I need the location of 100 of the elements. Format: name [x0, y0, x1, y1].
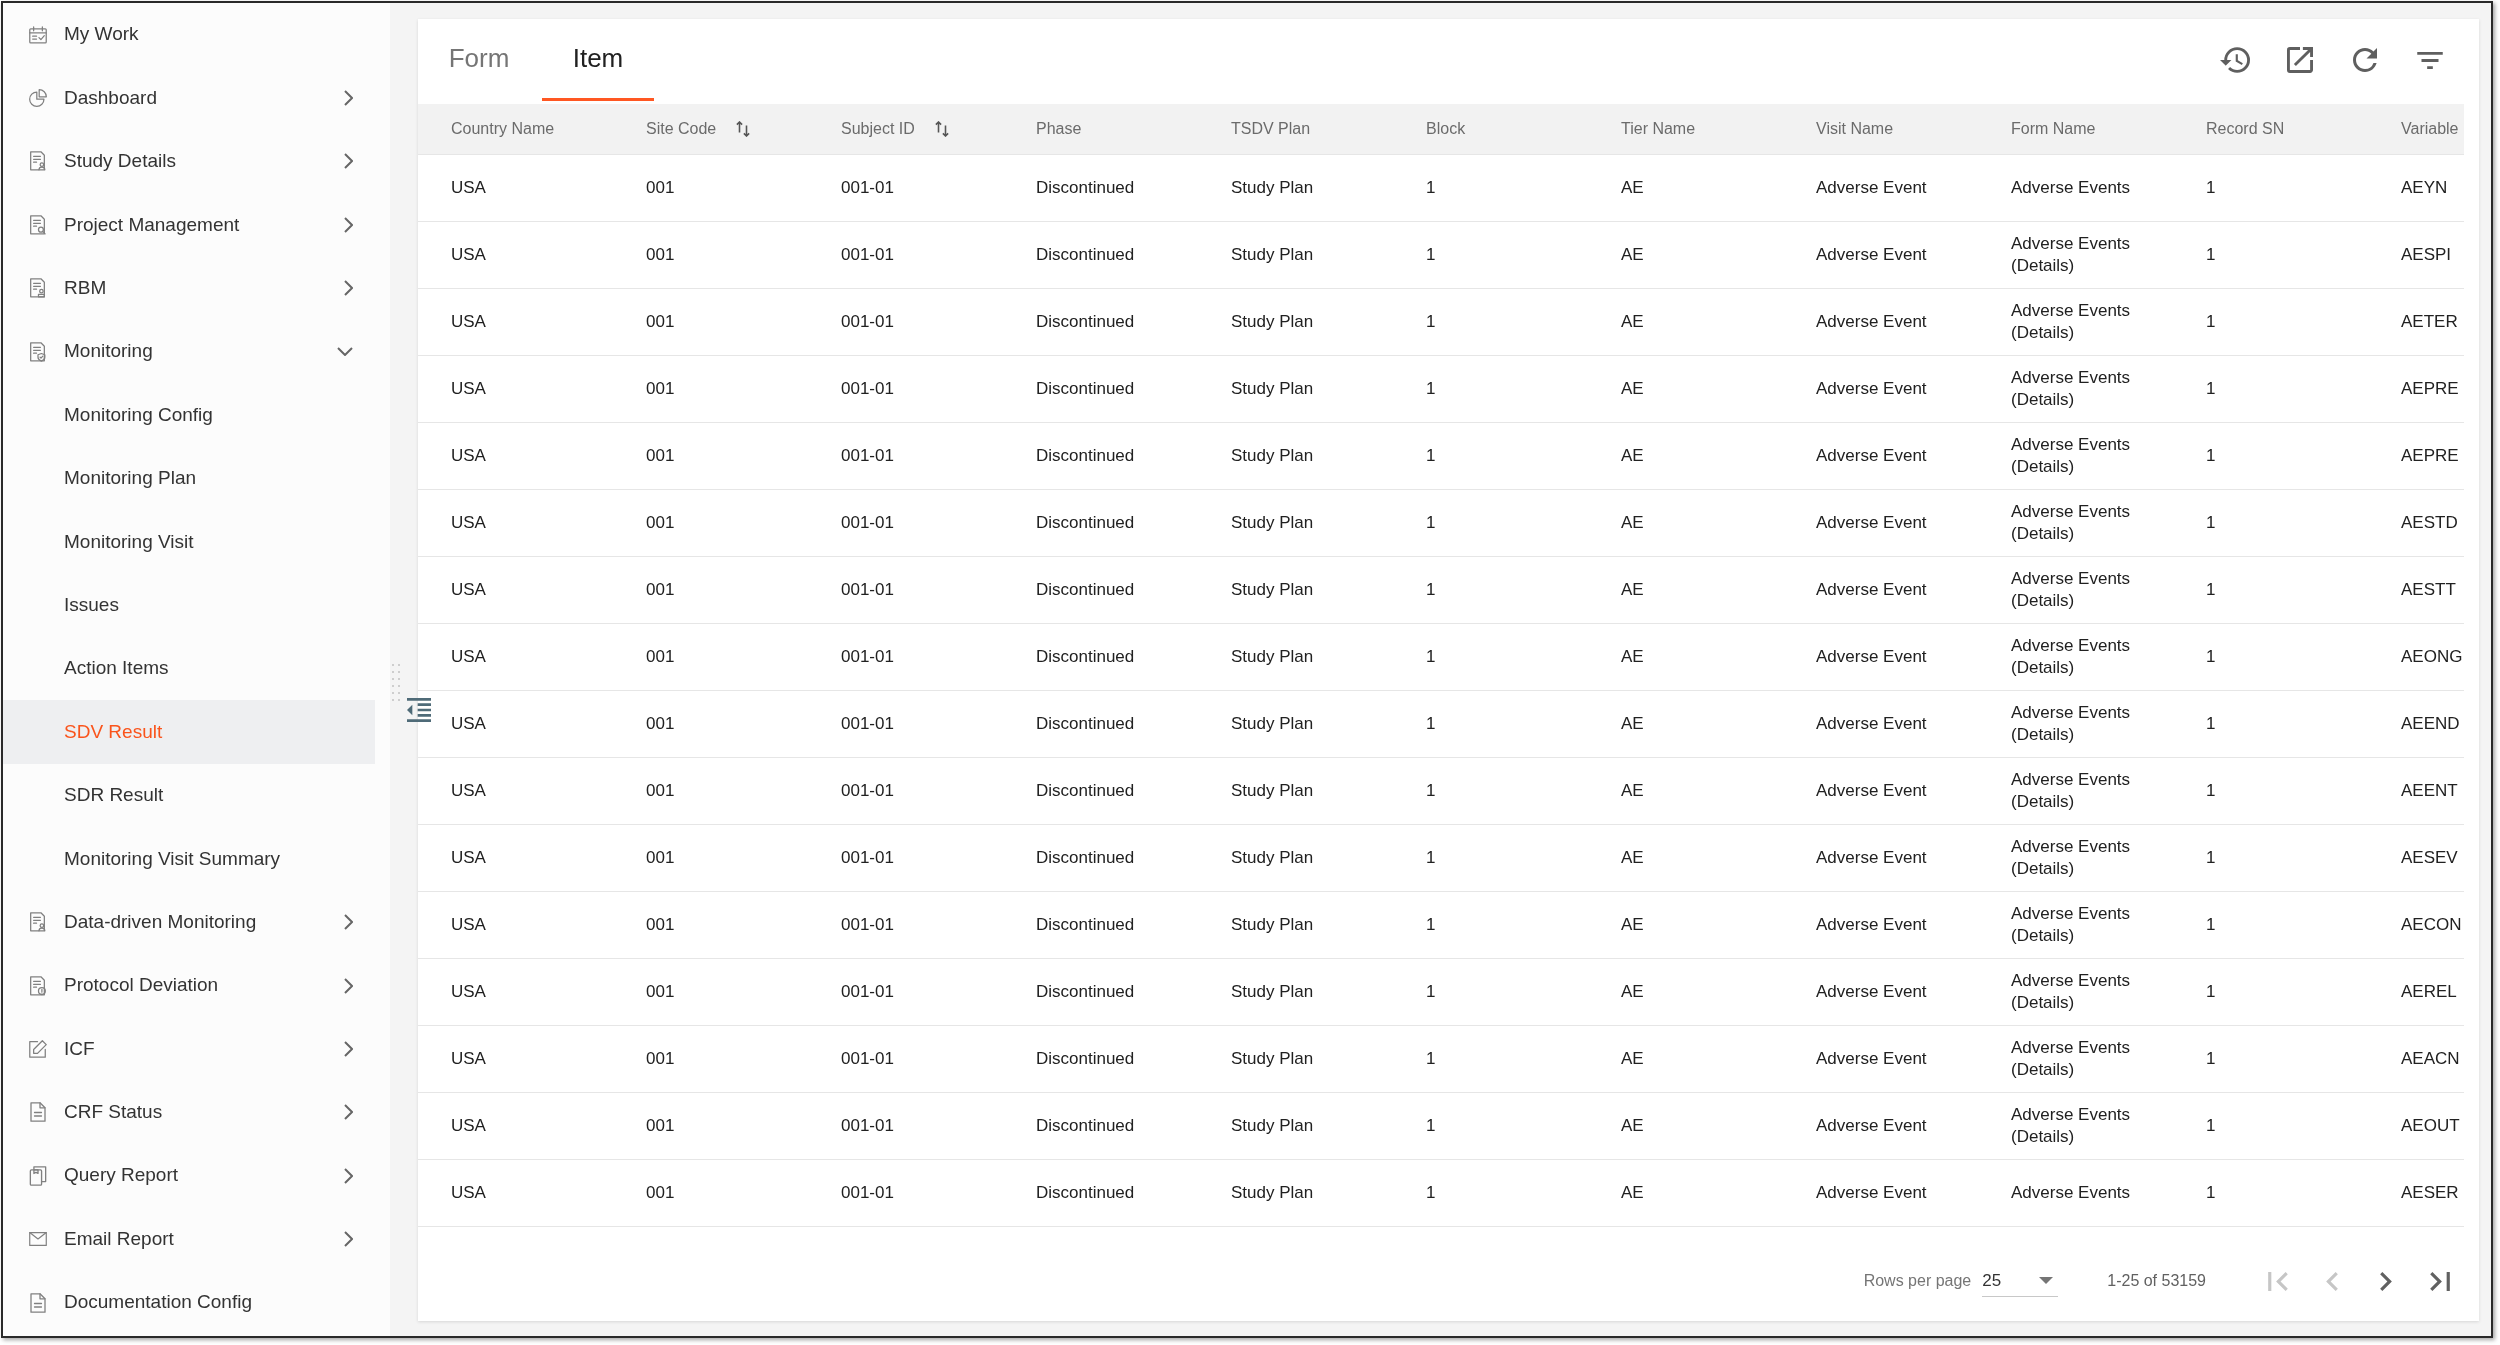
table-cell: Discontinued [1036, 847, 1135, 869]
tab[interactable]: Form [423, 19, 535, 101]
table-cell: AE [1621, 244, 1644, 266]
document-icon [29, 1102, 47, 1123]
table-cell: 1 [1426, 713, 1436, 735]
table-cell: 001 [646, 1048, 675, 1070]
table-cell: Discontinued [1036, 646, 1135, 668]
table-cell: Discontinued [1036, 981, 1135, 1003]
table-cell: USA [451, 780, 486, 802]
rows-per-page-select[interactable]: 25 [1982, 1265, 2059, 1297]
table-cell: 001 [646, 445, 675, 467]
sidebar-item[interactable]: Monitoring [3, 319, 375, 384]
table-cell: USA [451, 1115, 486, 1137]
last-page-icon[interactable] [2430, 1271, 2450, 1291]
sidebar-item[interactable]: ICF [3, 1017, 375, 1081]
table-cell: Adverse Event [1816, 177, 1927, 199]
table-cell: 001 [646, 1182, 675, 1204]
table-cell: USA [451, 177, 486, 199]
table-cell: Discontinued [1036, 780, 1135, 802]
sidebar-item[interactable]: Protocol Deviation [3, 953, 375, 1018]
sidebar-item[interactable]: CRF Status [3, 1080, 375, 1145]
table-cell: 1 [2206, 445, 2216, 467]
table-cell: 001-01 [841, 847, 894, 869]
sidebar-item[interactable]: Project Management [3, 193, 375, 257]
sidebar-item[interactable]: Study Details [3, 129, 375, 194]
table-cell: Study Plan [1231, 378, 1314, 400]
table-cell: 001 [646, 1115, 675, 1137]
sidebar-item[interactable]: Monitoring Visit [3, 510, 375, 574]
table-cell: 1 [2206, 713, 2216, 735]
table-cell: Adverse Event [1816, 1048, 1927, 1070]
table-cell: AE [1621, 914, 1644, 936]
sidebar-item[interactable]: SDR Result [3, 763, 375, 828]
calendar-check-icon [29, 24, 47, 45]
sidebar-item[interactable]: RBM [3, 256, 375, 320]
chevron-right-icon[interactable] [2380, 1271, 2392, 1291]
table-cell: 1 [2206, 914, 2216, 936]
table-cell: 1 [1426, 981, 1436, 1003]
table-cell: AE [1621, 378, 1644, 400]
table-cell: 001 [646, 177, 675, 199]
table-cell: AEENT [2401, 780, 2458, 802]
table-cell: Adverse Event [1816, 244, 1927, 266]
table-cell: Discontinued [1036, 579, 1135, 601]
table-cell-text: Adverse Events (Details) [2011, 702, 2132, 746]
table-cell: Adverse Event [1816, 445, 1927, 467]
sidebar-item[interactable]: Monitoring Visit Summary [3, 827, 375, 891]
table-cell: 001-01 [841, 311, 894, 333]
open-in-new-icon[interactable] [2287, 47, 2313, 73]
table-cell: 001-01 [841, 177, 894, 199]
table-cell: 1 [2206, 646, 2216, 668]
table-cell: 001-01 [841, 981, 894, 1003]
table-cell: Discontinued [1036, 1048, 1135, 1070]
table-cell: Discontinued [1036, 1115, 1135, 1137]
table-cell: Study Plan [1231, 713, 1314, 735]
sidebar-item[interactable]: My Work [3, 3, 375, 67]
table-cell: 1 [1426, 1048, 1436, 1070]
table-cell: USA [451, 847, 486, 869]
sidebar-item[interactable]: Issues [3, 573, 375, 637]
table-cell: AE [1621, 177, 1644, 199]
sidebar-item[interactable]: Dashboard [3, 66, 375, 130]
table-cell: 1 [1426, 378, 1436, 400]
sidebar-item[interactable]: Monitoring Plan [3, 446, 375, 511]
sidebar-item[interactable]: Data-driven Monitoring [3, 890, 375, 954]
table-cell: Adverse Event [1816, 914, 1927, 936]
table-cell: 1 [2206, 579, 2216, 601]
table-cell: Study Plan [1231, 244, 1314, 266]
page-range-label: 1-25 of 53159 [2107, 1271, 2206, 1291]
table-cell-text: Adverse Events (Details) [2011, 970, 2132, 1014]
table-cell: 001 [646, 780, 675, 802]
outdent-icon[interactable] [407, 698, 431, 722]
sidebar-item[interactable]: Monitoring Config [3, 383, 375, 447]
table-cell: Adverse Event [1816, 311, 1927, 333]
table-cell: 1 [2206, 780, 2216, 802]
table-cell: Discontinued [1036, 1182, 1135, 1204]
table-cell: 001-01 [841, 1115, 894, 1137]
table-cell: 1 [1426, 579, 1436, 601]
table-cell: Study Plan [1231, 579, 1314, 601]
drag-handle-icon[interactable] [392, 664, 400, 701]
filter-icon[interactable] [2417, 51, 2443, 69]
table-cell: 001-01 [841, 914, 894, 936]
table-cell: Adverse Events [2011, 1182, 2131, 1204]
refresh-icon[interactable] [2353, 48, 2377, 72]
table-cell: Discontinued [1036, 914, 1135, 936]
table-cell-text: Adverse Events (Details) [2011, 233, 2132, 277]
sidebar-item[interactable]: Documentation Config [3, 1270, 375, 1335]
sidebar-item[interactable]: Email Report [3, 1207, 375, 1271]
table-cell-text: Adverse Events (Details) [2011, 635, 2132, 679]
history-icon[interactable] [2220, 47, 2250, 73]
sidebar-item[interactable]: Action Items [3, 636, 375, 701]
table-cell-text: Adverse Events (Details) [2011, 434, 2132, 478]
column-header[interactable]: Subject ID [841, 117, 949, 141]
table-cell: Study Plan [1231, 1115, 1314, 1137]
sidebar-item[interactable]: Query Report [3, 1144, 375, 1208]
table-cell: USA [451, 311, 486, 333]
tab[interactable]: Item [542, 19, 654, 101]
table-cell: AEREL [2401, 981, 2457, 1003]
column-header[interactable]: Site Code [646, 117, 751, 141]
document-person-icon [29, 912, 47, 933]
table-cell: USA [451, 244, 486, 266]
table-cell: AESPI [2401, 244, 2452, 266]
table-cell: 001 [646, 244, 675, 266]
